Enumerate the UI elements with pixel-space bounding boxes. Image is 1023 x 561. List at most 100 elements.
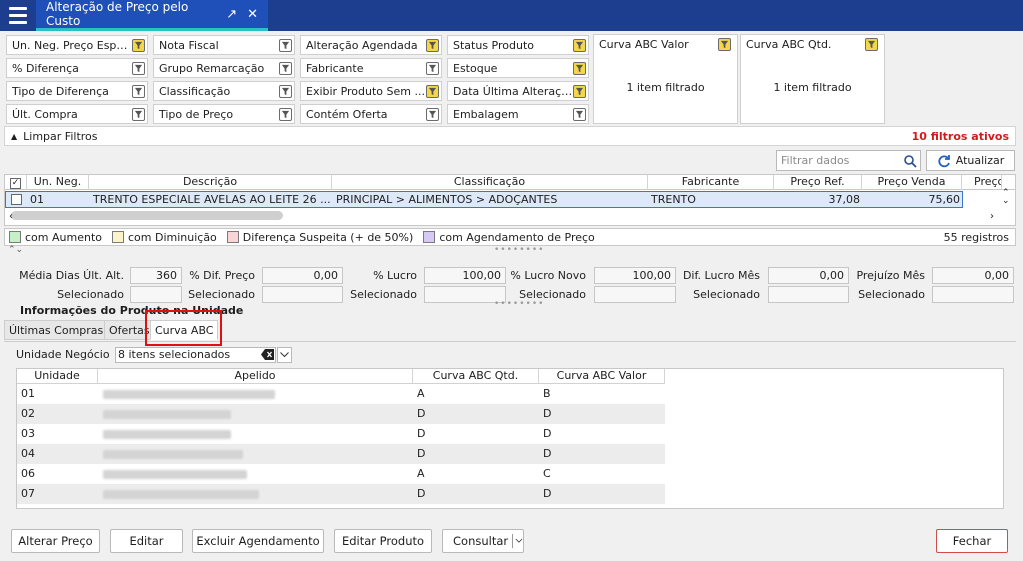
selected-label: Selecionado [858, 288, 925, 301]
refresh-button[interactable]: Atualizar [926, 150, 1015, 171]
editar-button[interactable]: Editar [110, 529, 183, 553]
cell-curva-valor: B [543, 387, 551, 400]
table-row[interactable]: 01 A B [17, 384, 665, 404]
row-checkbox[interactable] [11, 192, 22, 207]
unidade-dropdown-button[interactable] [277, 347, 292, 363]
vertical-scroll-arrows[interactable]: ⌃ ⌄ [1002, 189, 1010, 206]
filter-icon[interactable] [279, 107, 292, 121]
filter-col3-0[interactable]: Alteração Agendada [300, 35, 442, 55]
cell-curva-qtd: D [417, 447, 426, 460]
filter-col3-1[interactable]: Fabricante [300, 58, 442, 78]
filter-col1-2[interactable]: Tipo de Diferença [6, 81, 148, 101]
filter-col2-2[interactable]: Classificação [153, 81, 295, 101]
table-row[interactable]: 07 D D [17, 484, 665, 504]
filter-col4-3[interactable]: Embalagem [447, 104, 589, 124]
collapse-arrows-icon[interactable]: ⌃⌄ [8, 245, 23, 255]
filter-summary-bar: ▲ Limpar Filtros 10 filtros ativos [4, 126, 1016, 146]
header-preco-venda[interactable]: Preço Venda [862, 175, 962, 190]
consultar-button[interactable]: Consultar [442, 529, 524, 553]
curva-qtd-value: 1 item filtrado [773, 81, 852, 94]
scroll-right-icon[interactable]: › [990, 211, 994, 222]
filter-icon[interactable] [279, 61, 292, 75]
header-un-neg[interactable]: Un. Neg. [27, 175, 89, 190]
header-preco-ref[interactable]: Preço Ref. [774, 175, 862, 190]
selected-label: Selecionado [188, 288, 255, 301]
stat-value: 100,00 [424, 267, 506, 284]
table-row[interactable]: 04 D D [17, 444, 665, 464]
filter-icon[interactable] [865, 38, 878, 51]
filter-icon[interactable] [279, 38, 292, 52]
tab-ultimas-compras[interactable]: Últimas Compras [4, 320, 109, 340]
header-classificacao[interactable]: Classificação [332, 175, 648, 190]
filter-icon[interactable] [426, 107, 439, 121]
filter-col1-3[interactable]: Últ. Compra [6, 104, 148, 124]
table-row[interactable]: 06 A C [17, 464, 665, 484]
cell-curva-valor: D [543, 407, 552, 420]
filter-col4-2[interactable]: Data Última Alteraçã... [447, 81, 589, 101]
menu-icon[interactable] [0, 0, 36, 31]
filter-icon[interactable] [132, 84, 145, 98]
search-icon[interactable] [903, 154, 917, 168]
horizontal-scrollbar[interactable] [11, 211, 283, 220]
scroll-left-icon[interactable]: ‹ [9, 211, 13, 222]
curva-abc-qtd-filter[interactable]: Curva ABC Qtd. 1 item filtrado [740, 34, 885, 124]
filter-icon[interactable] [426, 38, 439, 52]
excluir-agendamento-button[interactable]: Excluir Agendamento [192, 529, 324, 553]
close-icon[interactable]: ✕ [247, 7, 258, 22]
filter-label: Estoque [453, 61, 498, 75]
filter-col4-0[interactable]: Status Produto [447, 35, 589, 55]
header-curva-qtd[interactable]: Curva ABC Qtd. [413, 369, 539, 384]
filter-icon[interactable] [279, 84, 292, 98]
filter-icon[interactable] [426, 84, 439, 98]
editar-produto-button[interactable]: Editar Produto [334, 529, 432, 553]
stat-value: 0,00 [262, 267, 343, 284]
alterar-preco-button[interactable]: Alterar Preço [11, 529, 100, 553]
filter-icon[interactable] [132, 61, 145, 75]
splitter-grip[interactable]: •••••••• [494, 245, 544, 255]
filter-icon[interactable] [718, 38, 731, 51]
stat-value: 0,00 [932, 267, 1014, 284]
filter-col2-1[interactable]: Grupo Remarcação [153, 58, 295, 78]
clear-filters-button[interactable]: ▲ Limpar Filtros [11, 130, 98, 143]
header-fabricante[interactable]: Fabricante [648, 175, 774, 190]
search-input[interactable]: Filtrar dados [776, 150, 921, 171]
filter-icon[interactable] [573, 107, 586, 121]
filter-label: Tipo de Diferença [12, 84, 109, 98]
header-curva-valor[interactable]: Curva ABC Valor [539, 369, 665, 384]
table-row[interactable]: 01 TRENTO ESPECIALE AVELAS AO LEITE 26 .… [5, 191, 963, 208]
header-descricao[interactable]: Descrição [89, 175, 332, 190]
filter-icon[interactable] [132, 38, 145, 52]
fechar-button[interactable]: Fechar [936, 529, 1008, 553]
table-row[interactable]: 02 D D [17, 404, 665, 424]
filter-icon[interactable] [426, 61, 439, 75]
select-all-checkbox[interactable]: ✓ [5, 175, 27, 190]
header-preco[interactable]: Preço [962, 175, 1002, 190]
filter-col2-0[interactable]: Nota Fiscal [153, 35, 295, 55]
filter-col1-1[interactable]: % Diferença [6, 58, 148, 78]
expand-icon[interactable]: ↗ [226, 7, 237, 22]
active-filters-count: 10 filtros ativos [911, 129, 1009, 143]
header-apelido[interactable]: Apelido [98, 369, 413, 384]
filter-col2-3[interactable]: Tipo de Preço [153, 104, 295, 124]
table-row[interactable]: 03 D D [17, 424, 665, 444]
filter-col1-0[interactable]: Un. Neg. Preço Espe... [6, 35, 148, 55]
unidade-negocio-field[interactable]: 8 itens selecionados [115, 347, 276, 363]
cell-curva-qtd: A [417, 467, 425, 480]
caret-up-icon: ▲ [11, 131, 18, 141]
redacted-apelido [103, 450, 243, 459]
selected-label: Selecionado [350, 288, 417, 301]
window-tab[interactable]: Alteração de Preço pelo Custo ↗ ✕ [36, 0, 268, 31]
curva-abc-valor-filter[interactable]: Curva ABC Valor 1 item filtrado [593, 34, 738, 124]
filter-col3-3[interactable]: Contém Oferta [300, 104, 442, 124]
clear-field-icon[interactable] [261, 349, 274, 360]
filter-col3-2[interactable]: Exibir Produto Sem ... [300, 81, 442, 101]
filter-icon[interactable] [573, 38, 586, 52]
filter-icon[interactable] [573, 61, 586, 75]
splitter-grip-2[interactable]: •••••••• [494, 299, 544, 309]
filter-col4-1[interactable]: Estoque [447, 58, 589, 78]
products-table: ✓ Un. Neg. Descrição Classificação Fabri… [4, 174, 1016, 226]
selected-label: Selecionado [693, 288, 760, 301]
filter-icon[interactable] [573, 84, 586, 98]
header-unidade[interactable]: Unidade [17, 369, 98, 384]
filter-icon[interactable] [132, 107, 145, 121]
